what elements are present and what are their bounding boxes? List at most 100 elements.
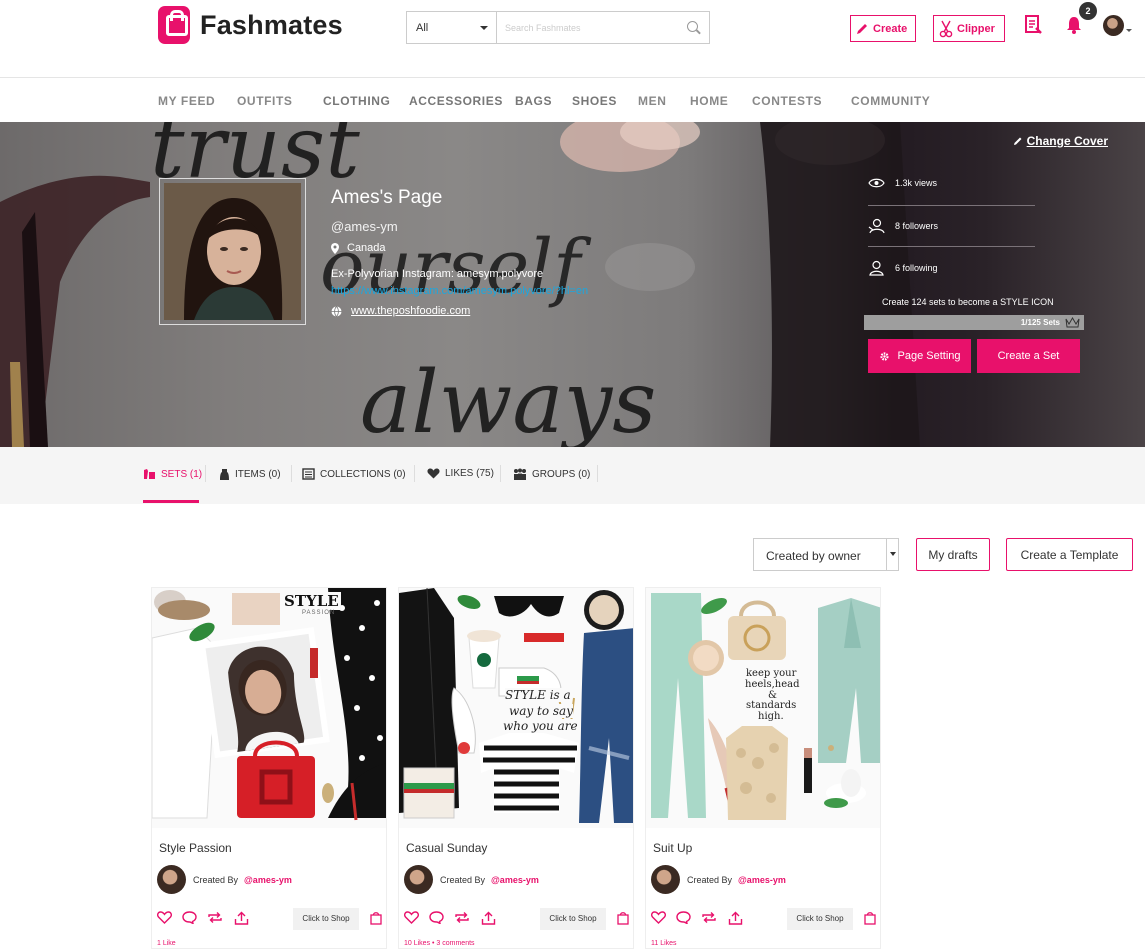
set-stats: 11 Likes xyxy=(651,940,677,947)
create-button[interactable]: Create xyxy=(850,15,916,42)
set-title[interactable]: Casual Sunday xyxy=(406,841,487,855)
tab-items[interactable]: ITEMS (0) xyxy=(219,468,281,481)
shopping-bag-icon[interactable] xyxy=(370,911,382,925)
clipper-label: Clipper xyxy=(957,22,995,35)
click-to-shop-button[interactable]: Click to Shop xyxy=(787,908,853,930)
shopping-bag-icon[interactable] xyxy=(864,911,876,925)
profile-photo[interactable] xyxy=(164,183,301,320)
tab-divider xyxy=(597,465,598,482)
shopping-bag-icon[interactable] xyxy=(617,911,629,925)
set-actions: Click to Shop xyxy=(157,908,383,930)
search-icon[interactable] xyxy=(679,12,709,43)
set-card[interactable]: STYLE PASSION Style Passion Created By @a… xyxy=(151,587,387,949)
comment-icon[interactable] xyxy=(676,911,691,924)
collections-icon xyxy=(302,468,315,480)
share-icon[interactable] xyxy=(728,911,743,925)
notification-count-badge: 2 xyxy=(1079,2,1097,20)
creator-username[interactable]: @ames-ym xyxy=(738,875,786,885)
heart-icon[interactable] xyxy=(651,911,666,924)
heart-icon xyxy=(427,468,440,479)
nav-item-outfits[interactable]: OUTFITS xyxy=(237,94,293,108)
share-icon[interactable] xyxy=(234,911,249,925)
collage-quote-line-4: standards xyxy=(746,700,797,711)
nav-item-bags[interactable]: BAGS xyxy=(515,94,552,108)
page-setting-button[interactable]: Page Setting xyxy=(868,339,971,373)
groups-icon xyxy=(514,468,526,480)
items-icon xyxy=(220,469,229,480)
create-template-button[interactable]: Create a Template xyxy=(1006,538,1133,571)
search-input[interactable] xyxy=(497,12,679,43)
comment-icon[interactable] xyxy=(429,911,444,924)
tab-divider xyxy=(500,465,501,482)
scissors-icon xyxy=(939,20,953,37)
style-icon-progress-bar: 1/125 Sets xyxy=(864,315,1084,330)
eye-icon xyxy=(868,178,885,188)
change-cover-link[interactable]: Change Cover xyxy=(1013,134,1108,148)
click-to-shop-button[interactable]: Click to Shop xyxy=(293,908,359,930)
following-count: 6 following xyxy=(895,263,938,273)
repost-icon[interactable] xyxy=(207,911,223,924)
profile-bio: Ex-Polyvorian Instagram: amesym.polyvore xyxy=(331,268,544,280)
click-to-shop-button[interactable]: Click to Shop xyxy=(540,908,606,930)
svg-text:ourself: ourself xyxy=(320,224,592,310)
sort-select[interactable]: Created by owner xyxy=(753,538,899,571)
tab-label: COLLECTIONS (0) xyxy=(320,468,406,480)
change-cover-label: Change Cover xyxy=(1026,134,1108,148)
my-drafts-button[interactable]: My drafts xyxy=(916,538,990,571)
creator-line: Created By @ames-ym xyxy=(193,875,292,885)
profile-handle: @ames-ym xyxy=(331,219,398,234)
collage-quote-line-1: STYLE is a xyxy=(505,688,571,702)
set-card[interactable]: keep your heels,head & standards high. S… xyxy=(645,587,881,949)
repost-icon[interactable] xyxy=(454,911,470,924)
profile-title: Ames's Page xyxy=(331,187,443,208)
set-image[interactable]: keep your heels,head & standards high. xyxy=(646,588,880,828)
tab-likes[interactable]: LIKES (75) xyxy=(427,468,494,479)
create-set-button[interactable]: Create a Set xyxy=(977,339,1080,373)
profile-location: Canada xyxy=(331,242,386,254)
set-title[interactable]: Suit Up xyxy=(653,841,692,855)
chevron-down-icon[interactable] xyxy=(886,539,898,570)
website-link[interactable]: www.theposhfoodie.com xyxy=(351,305,470,317)
nav-item-my-feed[interactable]: MY FEED xyxy=(158,94,215,108)
set-image[interactable]: STYLE is a way to say who you are xyxy=(399,588,633,828)
creator-username[interactable]: @ames-ym xyxy=(244,875,292,885)
nav-item-shoes[interactable]: SHOES xyxy=(572,94,617,108)
creator-avatar[interactable] xyxy=(651,865,680,894)
logo[interactable]: Fashmates xyxy=(158,6,343,44)
collage-brand-text: STYLE xyxy=(282,592,341,610)
shopping-bag-logo-icon xyxy=(158,6,190,44)
set-card[interactable]: STYLE is a way to say who you are Casual… xyxy=(398,587,634,949)
repost-icon[interactable] xyxy=(701,911,717,924)
clipper-button[interactable]: Clipper xyxy=(933,15,1005,42)
nav-item-home[interactable]: HOME xyxy=(690,94,728,108)
tab-collections[interactable]: COLLECTIONS (0) xyxy=(302,468,406,480)
search-category-select[interactable]: All xyxy=(407,12,497,43)
stat-followers[interactable]: 8 followers xyxy=(868,218,1035,234)
comment-icon[interactable] xyxy=(182,911,197,924)
activity-list-icon[interactable] xyxy=(1024,15,1044,35)
share-icon[interactable] xyxy=(481,911,496,925)
set-title[interactable]: Style Passion xyxy=(159,841,232,855)
creator-username[interactable]: @ames-ym xyxy=(491,875,539,885)
creator-avatar[interactable] xyxy=(404,865,433,894)
profile-instagram-link[interactable]: https://www.instagram.com/amesym.polyvor… xyxy=(331,285,588,297)
gear-icon xyxy=(879,351,889,361)
creator-avatar[interactable] xyxy=(157,865,186,894)
chevron-down-icon[interactable] xyxy=(1126,29,1132,32)
heart-icon[interactable] xyxy=(404,911,419,924)
stat-following[interactable]: 6 following xyxy=(868,260,1035,276)
user-avatar[interactable] xyxy=(1103,15,1124,36)
created-by-label: Created By xyxy=(687,875,733,885)
tab-sets[interactable]: SETS (1) xyxy=(143,468,202,480)
nav-item-community[interactable]: COMMUNITY xyxy=(851,94,930,108)
set-image[interactable]: STYLE PASSION xyxy=(152,588,386,828)
tab-groups[interactable]: GROUPS (0) xyxy=(513,468,590,480)
nav-item-accessories[interactable]: ACCESSORIES xyxy=(409,94,503,108)
bell-icon[interactable] xyxy=(1064,15,1084,35)
heart-icon[interactable] xyxy=(157,911,172,924)
nav-item-men[interactable]: MEN xyxy=(638,94,666,108)
pencil-icon xyxy=(1013,137,1022,145)
nav-item-contests[interactable]: CONTESTS xyxy=(752,94,822,108)
profile-website[interactable]: www.theposhfoodie.com xyxy=(331,305,470,317)
nav-item-clothing[interactable]: CLOTHING xyxy=(323,94,390,108)
